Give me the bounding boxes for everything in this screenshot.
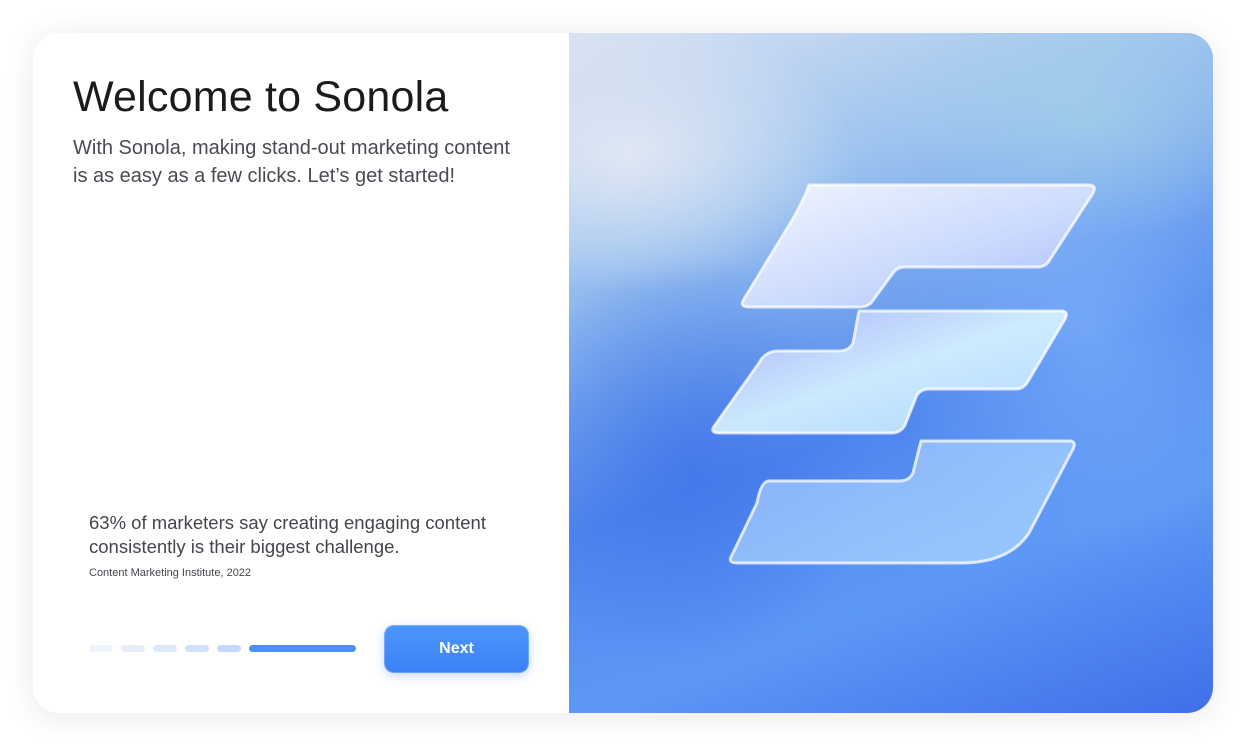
hero-image-panel (569, 33, 1213, 713)
progress-step-4 (185, 645, 209, 652)
onboarding-content-panel: Welcome to Sonola With Sonola, making st… (33, 33, 569, 713)
page-title: Welcome to Sonola (73, 73, 449, 121)
onboarding-progress-indicator (89, 645, 356, 653)
onboarding-card: Welcome to Sonola With Sonola, making st… (33, 33, 1213, 713)
progress-step-5 (217, 645, 241, 652)
sonola-s-logo-icon (711, 183, 1096, 565)
welcome-description: With Sonola, making stand-out marketing … (73, 137, 510, 187)
progress-step-3 (153, 645, 177, 652)
statistic-source: Content Marketing Institute, 2022 (89, 567, 252, 579)
next-button[interactable]: Next (384, 625, 529, 673)
progress-step-6 (249, 645, 356, 652)
statistic-quote: 63% of marketers say creating engaging c… (89, 512, 486, 557)
progress-step-2 (121, 645, 145, 652)
progress-step-1 (89, 645, 113, 652)
